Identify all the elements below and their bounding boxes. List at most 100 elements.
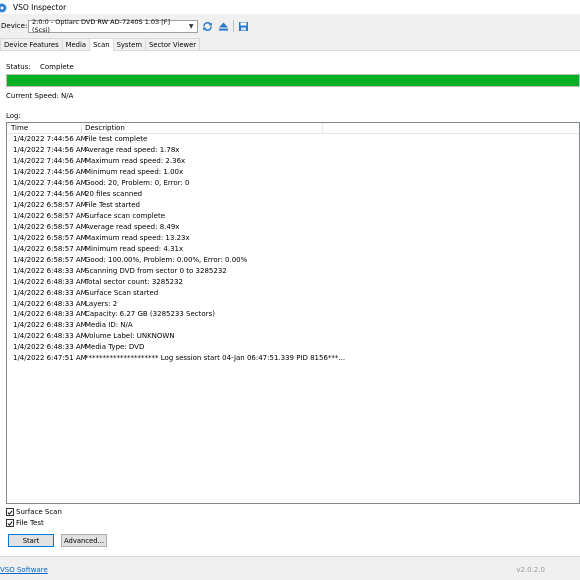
- log-description: Capacity: 6.27 GB (3285233 Sectors): [85, 310, 215, 319]
- log-header: Time Description: [7, 123, 579, 134]
- tab-bar: Device Features Media Scan System Sector…: [0, 38, 580, 51]
- log-description: Media ID: N/A: [85, 321, 133, 330]
- log-row[interactable]: 1/4/2022 6:47:51 AM *********************…: [7, 353, 579, 364]
- log-time: 1/4/2022 6:58:57 AM: [13, 201, 87, 210]
- chevron-down-icon: ▼: [188, 22, 194, 30]
- toolbar-separator: [233, 20, 234, 32]
- log-description: File test complete: [85, 135, 148, 144]
- log-description: Maximum read speed: 2.36x: [85, 157, 186, 166]
- log-description: Minimum read speed: 1.00x: [85, 168, 184, 177]
- footer: VSO Software v2.0.2.0: [0, 556, 580, 580]
- log-description: Good: 100.00%, Problem: 0.00%, Error: 0.…: [85, 255, 248, 264]
- file-test-checkbox[interactable]: [6, 519, 14, 527]
- tab-sector-viewer[interactable]: Sector Viewer: [144, 38, 201, 50]
- log-time: 1/4/2022 6:58:57 AM: [13, 233, 87, 242]
- progress-fill: [7, 75, 579, 86]
- log-rows: 1/4/2022 7:44:56 AM File test complete 1/4…: [7, 134, 579, 364]
- log-description: Surface scan complete: [85, 212, 166, 221]
- log-description: Scanning DVD from sector 0 to 3285232: [85, 266, 227, 275]
- log-row[interactable]: 1/4/2022 6:48:33 AM Total sector count: 3…: [7, 276, 579, 287]
- app-icon: [0, 3, 9, 12]
- log-time: 1/4/2022 7:44:56 AM: [13, 146, 87, 155]
- start-button[interactable]: Start: [8, 534, 54, 547]
- log-time: 1/4/2022 6:48:33 AM: [13, 321, 87, 330]
- log-time: 1/4/2022 7:44:56 AM: [13, 190, 87, 199]
- log-description: Volume Label: UNKNOWN: [85, 332, 175, 341]
- log-row[interactable]: 1/4/2022 7:44:56 AM Minimum read speed: 1…: [7, 167, 579, 178]
- log-row[interactable]: 1/4/2022 6:58:57 AM Maximum read speed: 1…: [7, 232, 579, 243]
- log-time: 1/4/2022 6:58:57 AM: [13, 244, 87, 253]
- log-description: Layers: 2: [85, 299, 118, 308]
- surface-scan-label: Surface Scan: [16, 508, 62, 516]
- log-description: Average read speed: 1.78x: [85, 146, 180, 155]
- tab-system[interactable]: System: [112, 38, 146, 50]
- advanced-button[interactable]: Advanced...: [61, 534, 107, 547]
- log-description: File Test started: [85, 201, 141, 210]
- log-description: Good: 20, Problem: 0, Error: 0: [85, 179, 190, 188]
- log-row[interactable]: 1/4/2022 6:48:33 AM Surface Scan started: [7, 287, 579, 298]
- log-time: 1/4/2022 7:44:56 AM: [13, 157, 87, 166]
- log-description: Maximum read speed: 13.23x: [85, 233, 190, 242]
- log-description: Media Type: DVD: [85, 343, 145, 352]
- surface-scan-checkbox[interactable]: [6, 508, 14, 516]
- eject-icon[interactable]: [217, 20, 230, 33]
- log-row[interactable]: 1/4/2022 6:48:33 AM Capacity: 6.27 GB (32…: [7, 309, 579, 320]
- log-row[interactable]: 1/4/2022 6:48:33 AM Layers: 2: [7, 298, 579, 309]
- surface-scan-option[interactable]: Surface Scan: [6, 508, 62, 516]
- tab-device-features[interactable]: Device Features: [0, 38, 63, 50]
- file-test-option[interactable]: File Test: [6, 519, 44, 527]
- log-time: 1/4/2022 6:48:33 AM: [13, 266, 87, 275]
- save-icon[interactable]: [237, 20, 250, 33]
- device-label: Device:: [1, 22, 28, 30]
- tab-scan[interactable]: Scan: [89, 38, 114, 51]
- log-row[interactable]: 1/4/2022 7:44:56 AM 20 files scanned: [7, 189, 579, 200]
- log-time: 1/4/2022 7:44:56 AM: [13, 179, 87, 188]
- log-row[interactable]: 1/4/2022 7:44:56 AM File test complete: [7, 134, 579, 145]
- log-description: ********************* Log session start …: [85, 354, 346, 363]
- status-row: Status: Complete: [6, 63, 74, 71]
- window-title: VSO Inspector: [13, 2, 67, 12]
- title-bar: VSO Inspector: [0, 0, 580, 14]
- log-time: 1/4/2022 6:48:33 AM: [13, 288, 87, 297]
- log-description: 20 files scanned: [85, 190, 143, 199]
- column-header-description[interactable]: Description: [82, 123, 323, 133]
- log-row[interactable]: 1/4/2022 6:58:57 AM Surface scan complete: [7, 211, 579, 222]
- log-row[interactable]: 1/4/2022 7:44:56 AM Maximum read speed: 2…: [7, 156, 579, 167]
- log-description: Minimum read speed: 4.31x: [85, 244, 184, 253]
- current-speed: Current Speed: N/A: [6, 92, 74, 100]
- log-time: 1/4/2022 7:44:56 AM: [13, 168, 87, 177]
- status-value: Complete: [40, 63, 74, 71]
- device-toolbar: Device: 2:0:0 - Optiarc DVD RW AD-7240S …: [0, 14, 580, 38]
- vso-software-link[interactable]: VSO Software: [0, 566, 48, 574]
- log-row[interactable]: 1/4/2022 6:58:57 AM Minimum read speed: 4…: [7, 243, 579, 254]
- log-label: Log:: [6, 112, 21, 120]
- log-row[interactable]: 1/4/2022 6:58:57 AM Average read speed: 8…: [7, 222, 579, 233]
- column-header-time[interactable]: Time: [7, 123, 82, 133]
- version-label: v2.0.2.0: [516, 566, 545, 574]
- log-time: 1/4/2022 6:58:57 AM: [13, 255, 87, 264]
- log-time: 1/4/2022 7:44:56 AM: [13, 135, 87, 144]
- device-select[interactable]: 2:0:0 - Optiarc DVD RW AD-7240S 1.03 [F]…: [28, 18, 198, 34]
- file-test-label: File Test: [16, 519, 44, 527]
- log-time: 1/4/2022 6:48:33 AM: [13, 310, 87, 319]
- log-row[interactable]: 1/4/2022 6:48:33 AM Media Type: DVD: [7, 342, 579, 353]
- scan-progress-bar: [6, 74, 580, 87]
- refresh-icon[interactable]: [201, 20, 214, 33]
- log-row[interactable]: 1/4/2022 7:44:56 AM Average read speed: 1…: [7, 145, 579, 156]
- log-time: 1/4/2022 6:48:33 AM: [13, 299, 87, 308]
- log-time: 1/4/2022 6:48:33 AM: [13, 332, 87, 341]
- log-row[interactable]: 1/4/2022 6:48:33 AM Scanning DVD from sec…: [7, 265, 579, 276]
- log-time: 1/4/2022 6:48:33 AM: [13, 343, 87, 352]
- log-list[interactable]: Time Description 1/4/2022 7:44:56 AM File…: [6, 122, 580, 504]
- tab-media[interactable]: Media: [61, 38, 91, 50]
- log-time: 1/4/2022 6:48:33 AM: [13, 277, 87, 286]
- log-row[interactable]: 1/4/2022 6:48:33 AM Volume Label: UNKNOWN: [7, 331, 579, 342]
- device-select-value: 2:0:0 - Optiarc DVD RW AD-7240S 1.03 [F]…: [32, 18, 171, 34]
- log-time: 1/4/2022 6:47:51 AM: [13, 354, 87, 363]
- log-time: 1/4/2022 6:58:57 AM: [13, 212, 87, 221]
- log-row[interactable]: 1/4/2022 6:48:33 AM Media ID: N/A: [7, 320, 579, 331]
- log-description: Surface Scan started: [85, 288, 159, 297]
- log-row[interactable]: 1/4/2022 6:58:57 AM File Test started: [7, 200, 579, 211]
- log-row[interactable]: 1/4/2022 6:58:57 AM Good: 100.00%, Proble…: [7, 254, 579, 265]
- log-row[interactable]: 1/4/2022 7:44:56 AM Good: 20, Problem: 0,…: [7, 178, 579, 189]
